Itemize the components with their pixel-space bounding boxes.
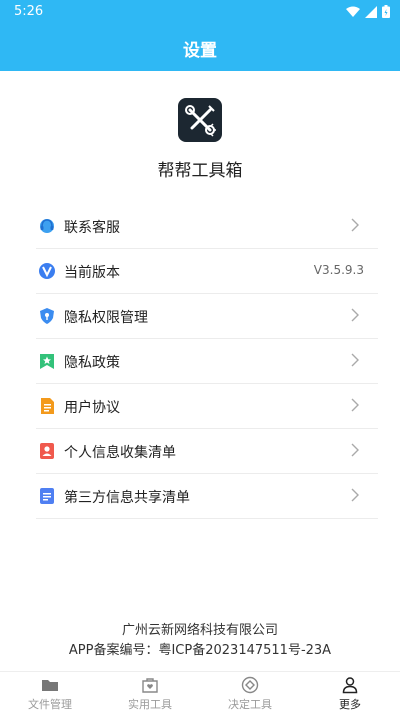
footer: 广州云新网络科技有限公司 APP备案编号：粤ICP备2023147511号-23…: [0, 621, 400, 661]
tab-more[interactable]: 更多: [300, 672, 400, 712]
menu-item-current-version[interactable]: 当前版本 V3.5.9.3: [36, 249, 378, 294]
menu-item-label: 个人信息收集清单: [64, 445, 176, 461]
menu-item-label: 隐私权限管理: [64, 310, 148, 326]
tab-decision-tools[interactable]: 决定工具: [200, 672, 300, 712]
version-v-icon: [39, 263, 55, 279]
list-document-icon: [40, 488, 54, 504]
tab-label: 实用工具: [128, 698, 172, 711]
app-name: 帮帮工具箱: [157, 161, 243, 181]
menu-item-user-agreement[interactable]: 用户协议: [36, 384, 378, 429]
menu-item-label: 联系客服: [64, 220, 120, 236]
menu-item-label: 隐私政策: [64, 355, 120, 371]
chevron-right-icon: [351, 488, 359, 502]
app-bar: 设置: [0, 24, 400, 71]
menu-item-label: 用户协议: [64, 400, 120, 416]
menu-item-personal-info-list[interactable]: 个人信息收集清单: [36, 429, 378, 474]
version-value: V3.5.9.3: [313, 263, 364, 277]
tab-file-manager[interactable]: 文件管理: [0, 672, 100, 712]
page-title: 设置: [183, 41, 217, 61]
menu-item-third-party-sharing[interactable]: 第三方信息共享清单: [36, 474, 378, 519]
document-icon: [41, 398, 54, 414]
person-icon: [342, 677, 358, 694]
company-name: 广州云新网络科技有限公司: [121, 623, 278, 638]
decision-diamond-icon: [241, 676, 259, 694]
status-icons: [346, 5, 390, 18]
chevron-right-icon: [351, 218, 359, 232]
status-time: 5:26: [14, 4, 44, 19]
menu-item-label: 当前版本: [64, 265, 120, 281]
headset-icon: [40, 219, 54, 233]
menu-item-privacy-permissions[interactable]: 隐私权限管理: [36, 294, 378, 339]
menu-item-contact-support[interactable]: 联系客服: [36, 204, 378, 249]
icp-record: APP备案编号：粤ICP备2023147511号-23A: [68, 643, 332, 658]
tab-label: 文件管理: [28, 698, 72, 711]
signal-icon: [365, 5, 377, 18]
tab-label: 决定工具: [228, 698, 272, 711]
wifi-icon: [346, 6, 360, 17]
chevron-right-icon: [351, 353, 359, 367]
menu-item-label: 第三方信息共享清单: [64, 490, 190, 506]
shield-icon: [40, 308, 54, 324]
bottom-tab-bar: 文件管理 实用工具 决定工具 更多: [0, 671, 400, 712]
menu-item-privacy-policy[interactable]: 隐私政策: [36, 339, 378, 384]
folder-icon: [42, 680, 58, 691]
toolbox-heart-icon: [142, 678, 158, 693]
tab-label: 更多: [339, 698, 361, 711]
chevron-right-icon: [351, 308, 359, 322]
chevron-right-icon: [351, 398, 359, 412]
person-card-icon: [40, 443, 54, 459]
battery-icon: [382, 5, 390, 18]
chevron-right-icon: [351, 443, 359, 457]
status-bar: 5:26: [0, 0, 400, 24]
app-logo-icon: [178, 98, 222, 142]
settings-menu: 联系客服 当前版本 V3.5.9.3 隐私权限管理 隐私政策 用户协议 个人信息…: [0, 204, 400, 519]
bookmark-star-icon: [40, 354, 54, 369]
tab-utility-tools[interactable]: 实用工具: [100, 672, 200, 712]
